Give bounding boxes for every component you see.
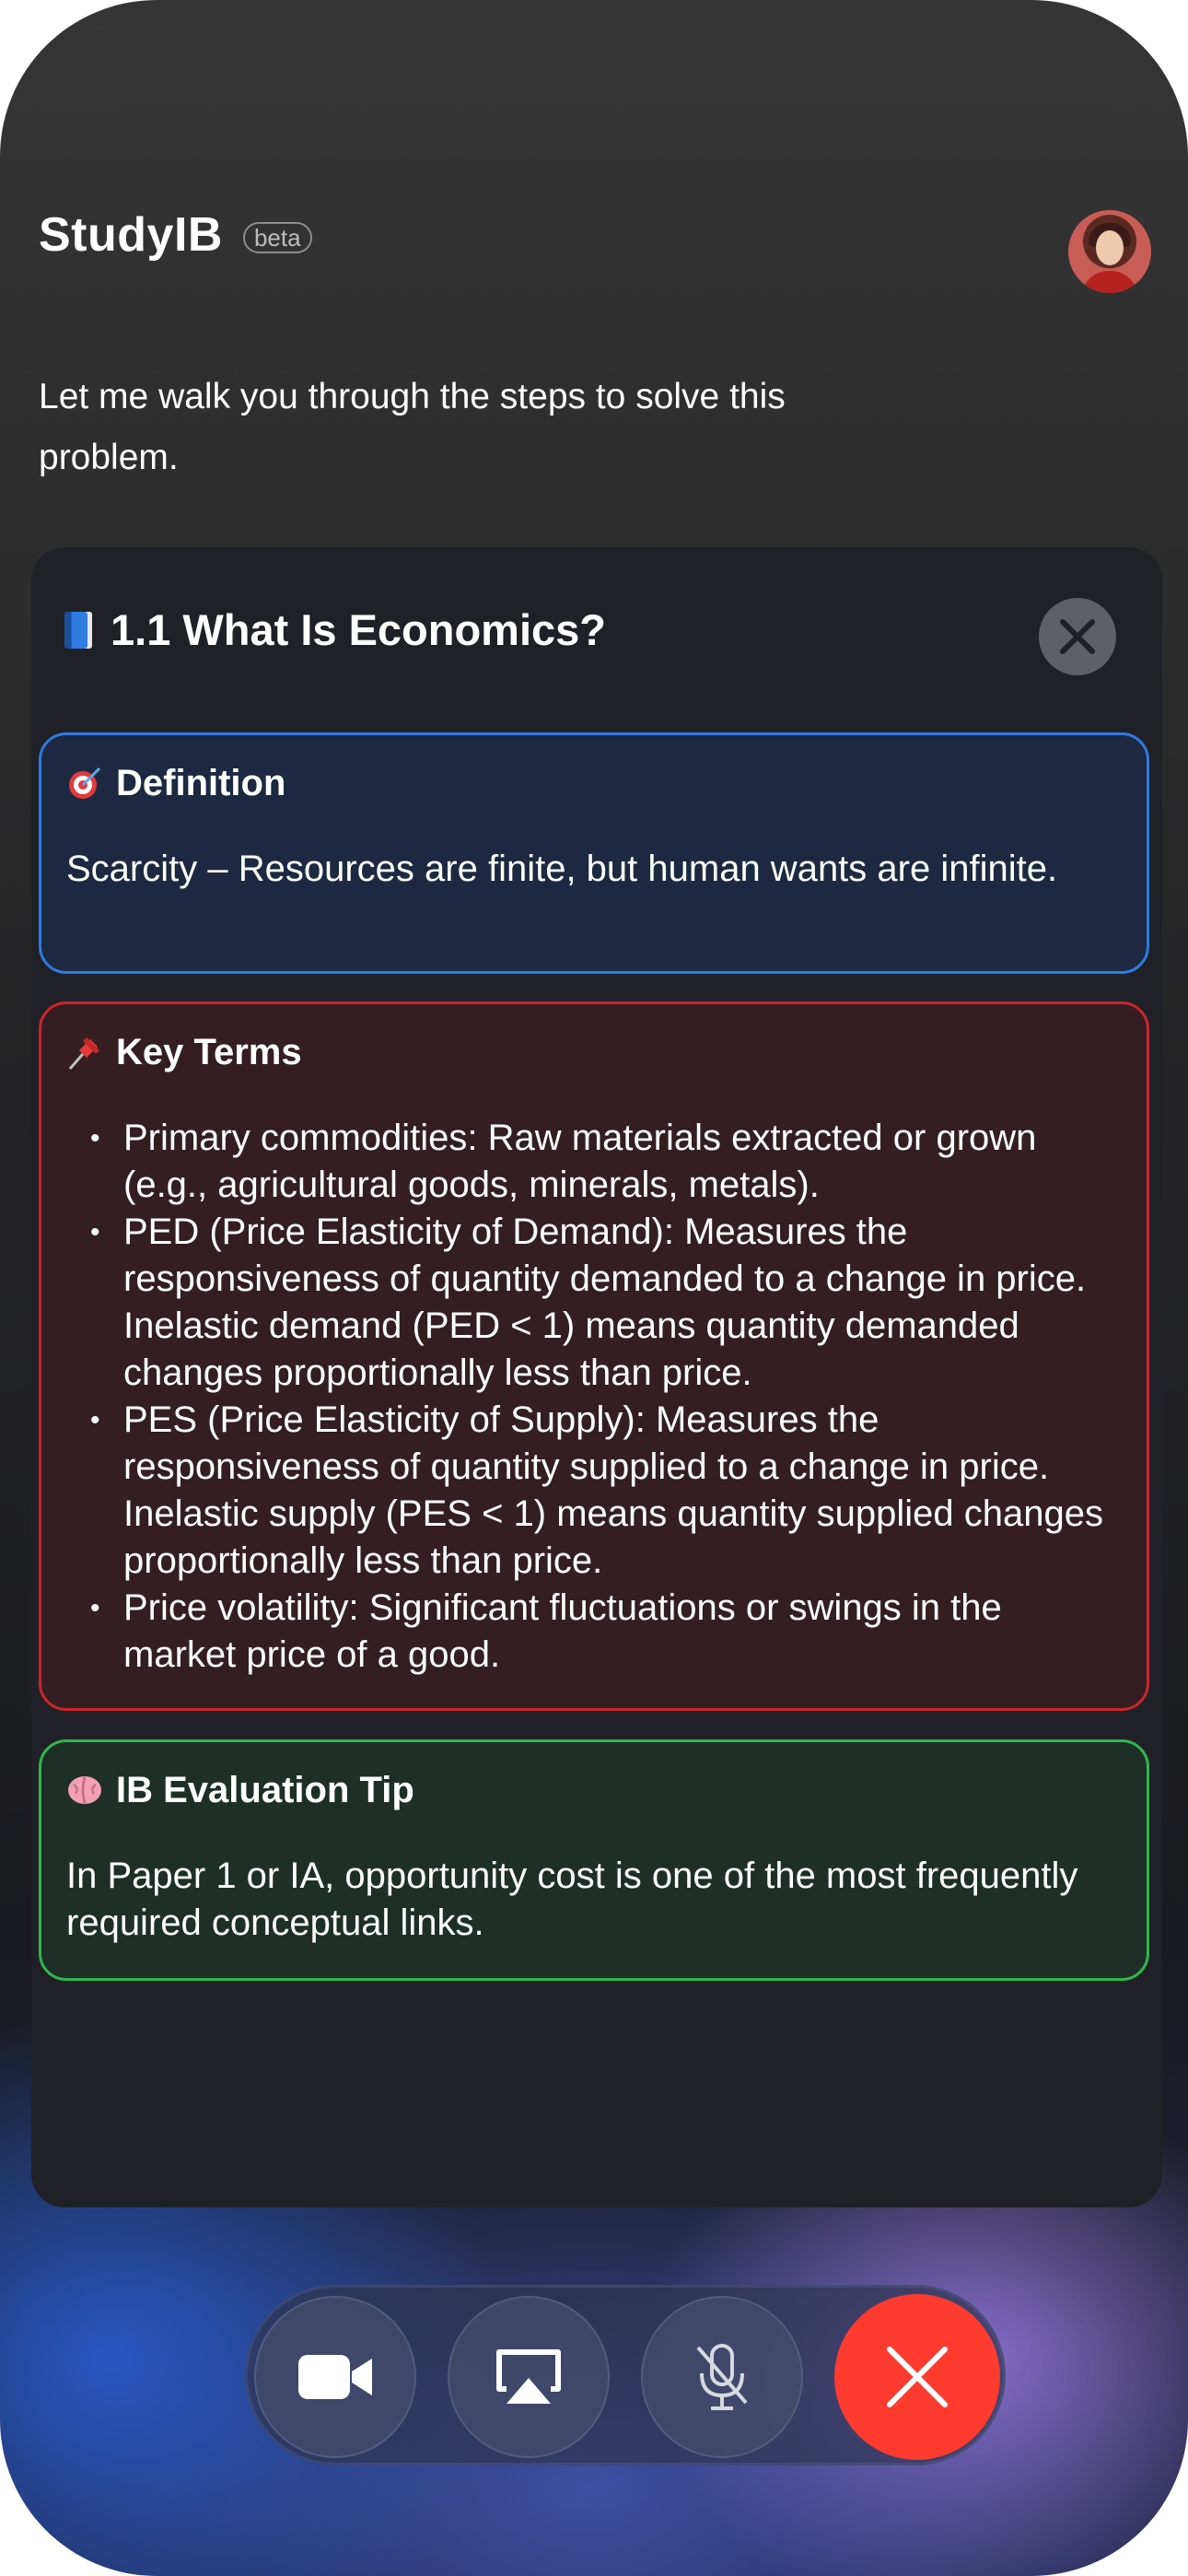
- pushpin-icon: [66, 1034, 103, 1071]
- mute-button[interactable]: [641, 2296, 803, 2458]
- definition-text: Scarcity – Resources are finite, but hum…: [66, 849, 1058, 889]
- avatar-shirt: [1081, 271, 1138, 293]
- video-camera-icon: [298, 2355, 372, 2399]
- list-item: PED (Price Elasticity of Demand): Measur…: [90, 1209, 1122, 1397]
- key-terms-heading: Key Terms: [66, 1025, 1122, 1080]
- target-icon: [66, 765, 103, 802]
- user-avatar[interactable]: [1068, 210, 1151, 293]
- list-item: PES (Price Elasticity of Supply): Measur…: [90, 1397, 1122, 1585]
- video-button[interactable]: [254, 2296, 416, 2458]
- app-header: StudyIB beta: [39, 207, 312, 263]
- avatar-face: [1096, 230, 1124, 265]
- panel-title-text: 1.1 What Is Economics?: [111, 605, 607, 654]
- assistant-message: Let me walk you through the steps to sol…: [39, 377, 786, 477]
- list-item: Price volatility: Significant fluctuatio…: [90, 1585, 1122, 1679]
- tip-heading-text: IB Evaluation Tip: [116, 1769, 414, 1810]
- key-terms-list: Primary commodities: Raw materials extra…: [66, 1115, 1122, 1679]
- key-terms-card: Key Terms Primary commodities: Raw mater…: [39, 1001, 1149, 1711]
- definition-heading: Definition: [66, 755, 1122, 811]
- close-icon: [1060, 619, 1095, 654]
- lesson-panel: 1.1 What Is Economics? Definition Scarci…: [31, 547, 1162, 2207]
- definition-heading-text: Definition: [116, 762, 286, 803]
- tip-text: In Paper 1 or IA, opportunity cost is on…: [66, 1856, 1078, 1943]
- airplay-button[interactable]: [448, 2296, 610, 2458]
- phone-screen: StudyIB beta Let me walk you through the…: [0, 0, 1188, 2576]
- end-call-icon: [887, 2347, 948, 2407]
- book-icon: [64, 611, 92, 649]
- call-controls: [245, 2285, 1006, 2465]
- definition-card: Definition Scarcity – Resources are fini…: [39, 732, 1149, 974]
- airplay-icon: [496, 2349, 561, 2404]
- list-item: Primary commodities: Raw materials extra…: [90, 1115, 1122, 1209]
- beta-badge: beta: [242, 222, 312, 253]
- key-terms-heading-text: Key Terms: [116, 1031, 302, 1072]
- brain-icon: [66, 1772, 103, 1809]
- close-button[interactable]: [1039, 598, 1116, 675]
- evaluation-tip-card: IB Evaluation Tip In Paper 1 or IA, oppo…: [39, 1739, 1149, 1981]
- panel-title: 1.1 What Is Economics?: [64, 604, 606, 655]
- tip-heading: IB Evaluation Tip: [66, 1762, 1122, 1818]
- app-title: StudyIB: [39, 208, 223, 262]
- microphone-muted-icon: [696, 2344, 748, 2410]
- end-call-button[interactable]: [834, 2294, 1000, 2460]
